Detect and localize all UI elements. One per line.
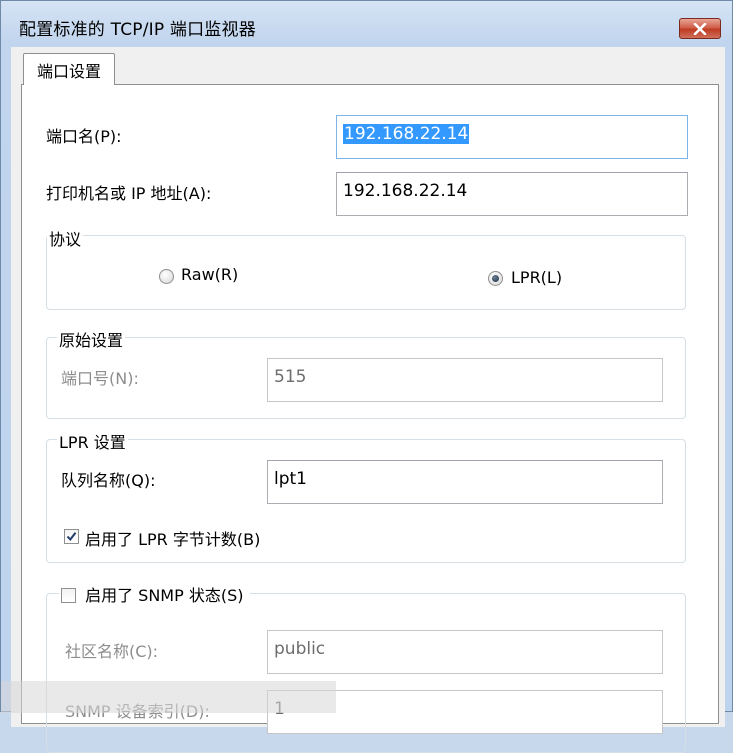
lpr-settings-group: LPR 设置 队列名称(Q): lpt1 启用了 LPR 字节计数(B): [46, 429, 686, 563]
port-number-input[interactable]: 515: [267, 358, 663, 402]
lpr-byte-count-checkbox[interactable]: [64, 529, 79, 544]
port-name-input[interactable]: 192.168.22.14: [336, 115, 688, 159]
lpr-radio[interactable]: [488, 271, 503, 286]
lpr-radio-label[interactable]: LPR(L): [511, 268, 562, 287]
close-icon: [693, 22, 707, 35]
community-name-label: 社区名称(C):: [65, 642, 159, 661]
tab-port-settings[interactable]: 端口设置: [23, 53, 115, 85]
queue-name-input[interactable]: lpt1: [267, 460, 663, 504]
community-name-input[interactable]: public: [267, 630, 663, 674]
dialog-client-area: 端口设置 端口名(P): 192.168.22.14 打印机名或 IP 地址(A…: [11, 47, 725, 753]
port-name-label: 端口名(P):: [46, 127, 122, 146]
raw-settings-group: 原始设置 端口号(N): 515: [46, 327, 686, 419]
screen-overlay: [1, 681, 336, 713]
snmp-enable-label[interactable]: 启用了 SNMP 状态(S): [85, 586, 243, 605]
snmp-legend: 启用了 SNMP 状态(S): [59, 582, 250, 606]
lpr-settings-legend: LPR 设置: [57, 429, 128, 453]
tab-panel: 端口名(P): 192.168.22.14 打印机名或 IP 地址(A): 19…: [21, 84, 719, 753]
lpr-byte-count-label[interactable]: 启用了 LPR 字节计数(B): [85, 526, 260, 550]
protocol-group: 协议 Raw(R) LPR(L): [46, 226, 686, 310]
radio-selected-dot: [492, 275, 499, 282]
snmp-group: 启用了 SNMP 状态(S) 社区名称(C): public SNMP 设备索引…: [46, 582, 686, 753]
checkmark-icon: [66, 532, 77, 542]
printer-address-label: 打印机名或 IP 地址(A):: [46, 184, 212, 203]
printer-address-input[interactable]: 192.168.22.14: [336, 172, 688, 216]
dialog-window: 配置标准的 TCP/IP 端口监视器 端口设置 端口名(P): 192.168.…: [0, 0, 733, 753]
close-button[interactable]: [679, 18, 721, 39]
raw-radio-label[interactable]: Raw(R): [181, 265, 238, 284]
raw-radio[interactable]: [159, 269, 174, 284]
title-bar[interactable]: 配置标准的 TCP/IP 端口监视器: [1, 1, 732, 47]
protocol-legend: 协议: [47, 226, 84, 250]
port-name-value: 192.168.22.14: [343, 124, 470, 144]
queue-name-label: 队列名称(Q):: [61, 471, 156, 490]
window-title: 配置标准的 TCP/IP 端口监视器: [19, 20, 256, 40]
snmp-enable-checkbox[interactable]: [61, 588, 76, 603]
raw-settings-legend: 原始设置: [57, 327, 126, 351]
port-number-label: 端口号(N):: [61, 369, 139, 388]
